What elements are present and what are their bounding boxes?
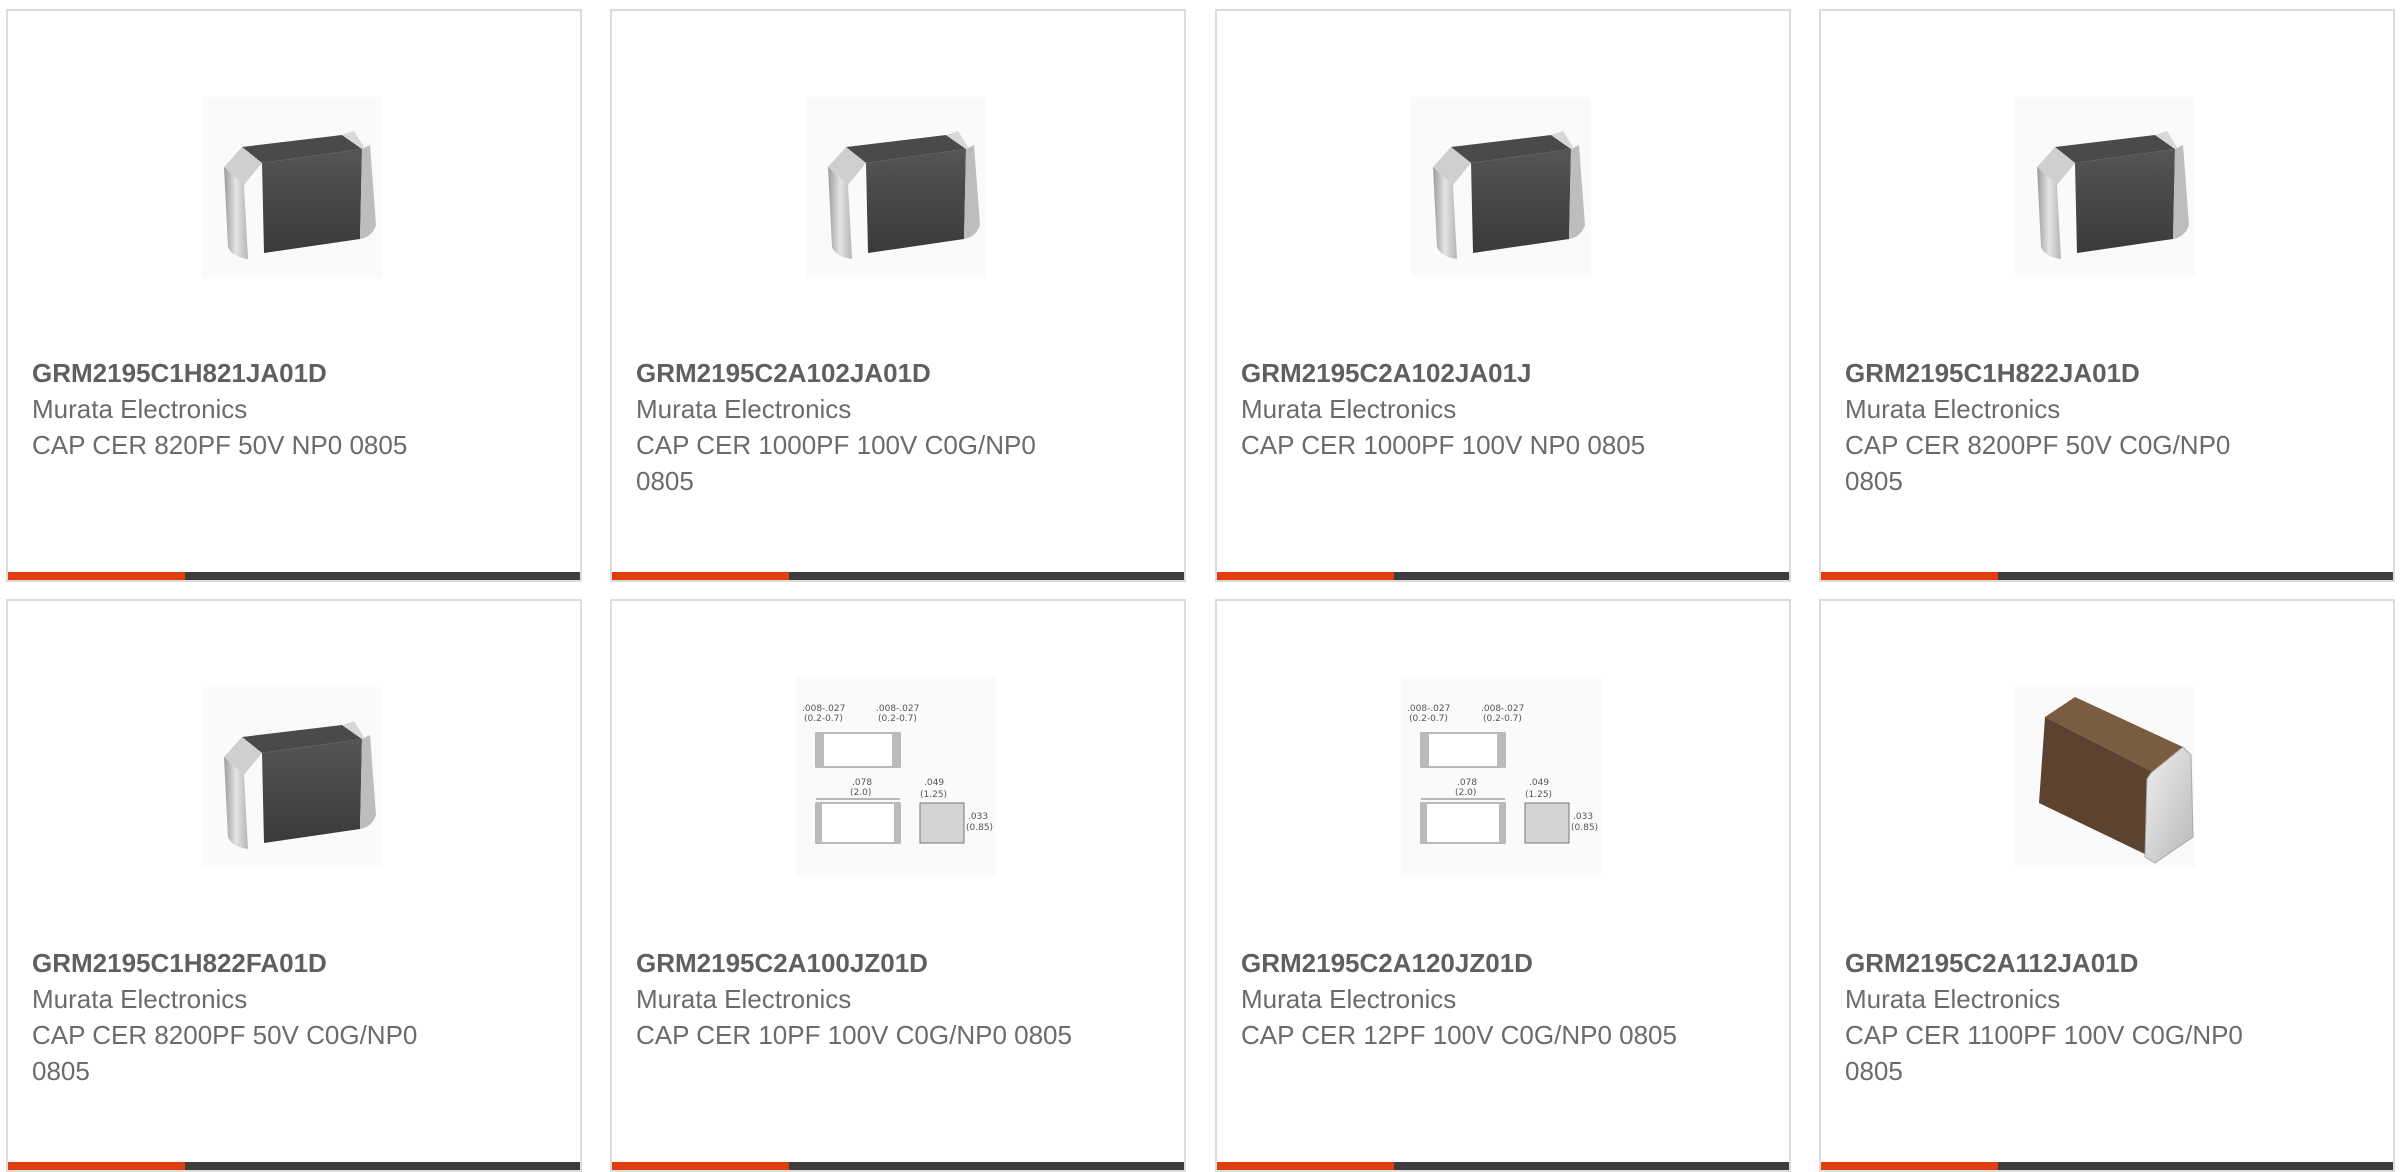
product-info: GRM2195C2A100JZ01D Murata Electronics CAP …: [636, 945, 1076, 1053]
card-accent-bar: [8, 1162, 580, 1170]
dim-a-label: .008-.027: [802, 704, 845, 714]
product-info: GRM2195C2A120JZ01D Murata Electronics CAP …: [1241, 945, 1681, 1053]
product-description: CAP CER 820PF 50V NP0 0805: [32, 430, 408, 460]
width-label: .049: [1529, 778, 1549, 788]
product-card[interactable]: .008-.027 (0.2-0.7) .008-.027 (0.2-0.7) …: [1215, 599, 1791, 1172]
length-mm-label: (2.0): [850, 788, 871, 798]
product-card[interactable]: GRM2195C1H822JA01D Murata Electronics CAP …: [1819, 9, 2395, 582]
card-accent-bar: [1217, 1162, 1789, 1170]
dim-b-mm-label: (0.2-0.7): [1483, 714, 1522, 724]
card-accent-bar: [612, 1162, 1184, 1170]
height-mm-label: (0.85): [966, 823, 993, 833]
card-accent-fill: [8, 572, 186, 580]
height-label: .033: [1573, 812, 1593, 822]
dimension-drawing-icon[interactable]: .008-.027 (0.2-0.7) .008-.027 (0.2-0.7) …: [1217, 601, 1789, 901]
product-info: GRM2195C1H821JA01D Murata Electronics CAP …: [32, 355, 472, 463]
card-accent-bar: [1821, 572, 2393, 580]
product-info: GRM2195C2A112JA01D Murata Electronics CAP …: [1845, 945, 2285, 1089]
part-number-link[interactable]: GRM2195C2A102JA01J: [1241, 355, 1681, 391]
dimension-drawing-icon[interactable]: .008-.027 (0.2-0.7) .008-.027 (0.2-0.7) …: [612, 601, 1184, 901]
product-description: CAP CER 8200PF 50V C0G/NP0 0805: [32, 1020, 418, 1086]
card-accent-bar: [1821, 1162, 2393, 1170]
product-info: GRM2195C1H822JA01D Murata Electronics CAP …: [1845, 355, 2285, 499]
product-card[interactable]: GRM2195C1H822FA01D Murata Electronics CAP …: [6, 599, 582, 1172]
dim-b-label: .008-.027: [876, 704, 919, 714]
part-number-link[interactable]: GRM2195C2A100JZ01D: [636, 945, 1076, 981]
width-mm-label: (1.25): [920, 790, 947, 800]
product-description: CAP CER 10PF 100V C0G/NP0 0805: [636, 1020, 1072, 1050]
length-label: .078: [1457, 778, 1477, 788]
mlcc-chip-gray-icon[interactable]: [1217, 11, 1789, 311]
dim-a-mm-label: (0.2-0.7): [804, 714, 843, 724]
dim-b-label: .008-.027: [1481, 704, 1524, 714]
length-label: .078: [852, 778, 872, 788]
product-info: GRM2195C2A102JA01D Murata Electronics CAP …: [636, 355, 1076, 499]
card-accent-fill: [612, 1162, 790, 1170]
dim-a-label: .008-.027: [1407, 704, 1450, 714]
dim-a-mm-label: (0.2-0.7): [1409, 714, 1448, 724]
width-label: .049: [924, 778, 944, 788]
part-number-link[interactable]: GRM2195C1H822FA01D: [32, 945, 472, 981]
mlcc-chip-gray-icon[interactable]: [8, 601, 580, 901]
product-card[interactable]: .008-.027 (0.2-0.7) .008-.027 (0.2-0.7) …: [610, 599, 1186, 1172]
part-number-link[interactable]: GRM2195C2A120JZ01D: [1241, 945, 1681, 981]
part-number-link[interactable]: GRM2195C1H821JA01D: [32, 355, 472, 391]
product-description: CAP CER 8200PF 50V C0G/NP0 0805: [1845, 430, 2231, 496]
manufacturer-label: Murata Electronics: [636, 984, 852, 1014]
dim-b-mm-label: (0.2-0.7): [878, 714, 917, 724]
manufacturer-label: Murata Electronics: [1241, 984, 1457, 1014]
product-card[interactable]: GRM2195C1H821JA01D Murata Electronics CAP …: [6, 9, 582, 582]
card-accent-fill: [8, 1162, 186, 1170]
mlcc-chip-gray-icon[interactable]: [8, 11, 580, 311]
manufacturer-label: Murata Electronics: [32, 394, 248, 424]
height-label: .033: [968, 812, 988, 822]
product-description: CAP CER 12PF 100V C0G/NP0 0805: [1241, 1020, 1677, 1050]
product-card[interactable]: GRM2195C2A102JA01D Murata Electronics CAP …: [610, 9, 1186, 582]
manufacturer-label: Murata Electronics: [636, 394, 852, 424]
product-info: GRM2195C1H822FA01D Murata Electronics CAP …: [32, 945, 472, 1089]
part-number-link[interactable]: GRM2195C2A112JA01D: [1845, 945, 2285, 981]
mlcc-chip-brown-icon[interactable]: [1821, 601, 2393, 901]
height-mm-label: (0.85): [1571, 823, 1598, 833]
product-card[interactable]: GRM2195C2A102JA01J Murata Electronics CAP …: [1215, 9, 1791, 582]
manufacturer-label: Murata Electronics: [32, 984, 248, 1014]
product-description: CAP CER 1100PF 100V C0G/NP0 0805: [1845, 1020, 2243, 1086]
mlcc-chip-gray-icon[interactable]: [1821, 11, 2393, 311]
card-accent-bar: [1217, 572, 1789, 580]
product-description: CAP CER 1000PF 100V NP0 0805: [1241, 430, 1646, 460]
card-accent-fill: [1217, 1162, 1395, 1170]
card-accent-fill: [1821, 572, 1999, 580]
product-card[interactable]: GRM2195C2A112JA01D Murata Electronics CAP …: [1819, 599, 2395, 1172]
manufacturer-label: Murata Electronics: [1845, 984, 2061, 1014]
manufacturer-label: Murata Electronics: [1845, 394, 2061, 424]
product-info: GRM2195C2A102JA01J Murata Electronics CAP …: [1241, 355, 1681, 463]
card-accent-fill: [612, 572, 790, 580]
part-number-link[interactable]: GRM2195C1H822JA01D: [1845, 355, 2285, 391]
card-accent-bar: [612, 572, 1184, 580]
mlcc-chip-gray-icon[interactable]: [612, 11, 1184, 311]
width-mm-label: (1.25): [1525, 790, 1552, 800]
card-accent-fill: [1821, 1162, 1999, 1170]
part-number-link[interactable]: GRM2195C2A102JA01D: [636, 355, 1076, 391]
product-grid: GRM2195C1H821JA01D Murata Electronics CAP …: [0, 0, 2400, 1172]
card-accent-fill: [1217, 572, 1395, 580]
product-description: CAP CER 1000PF 100V C0G/NP0 0805: [636, 430, 1036, 496]
card-accent-bar: [8, 572, 580, 580]
manufacturer-label: Murata Electronics: [1241, 394, 1457, 424]
length-mm-label: (2.0): [1455, 788, 1476, 798]
